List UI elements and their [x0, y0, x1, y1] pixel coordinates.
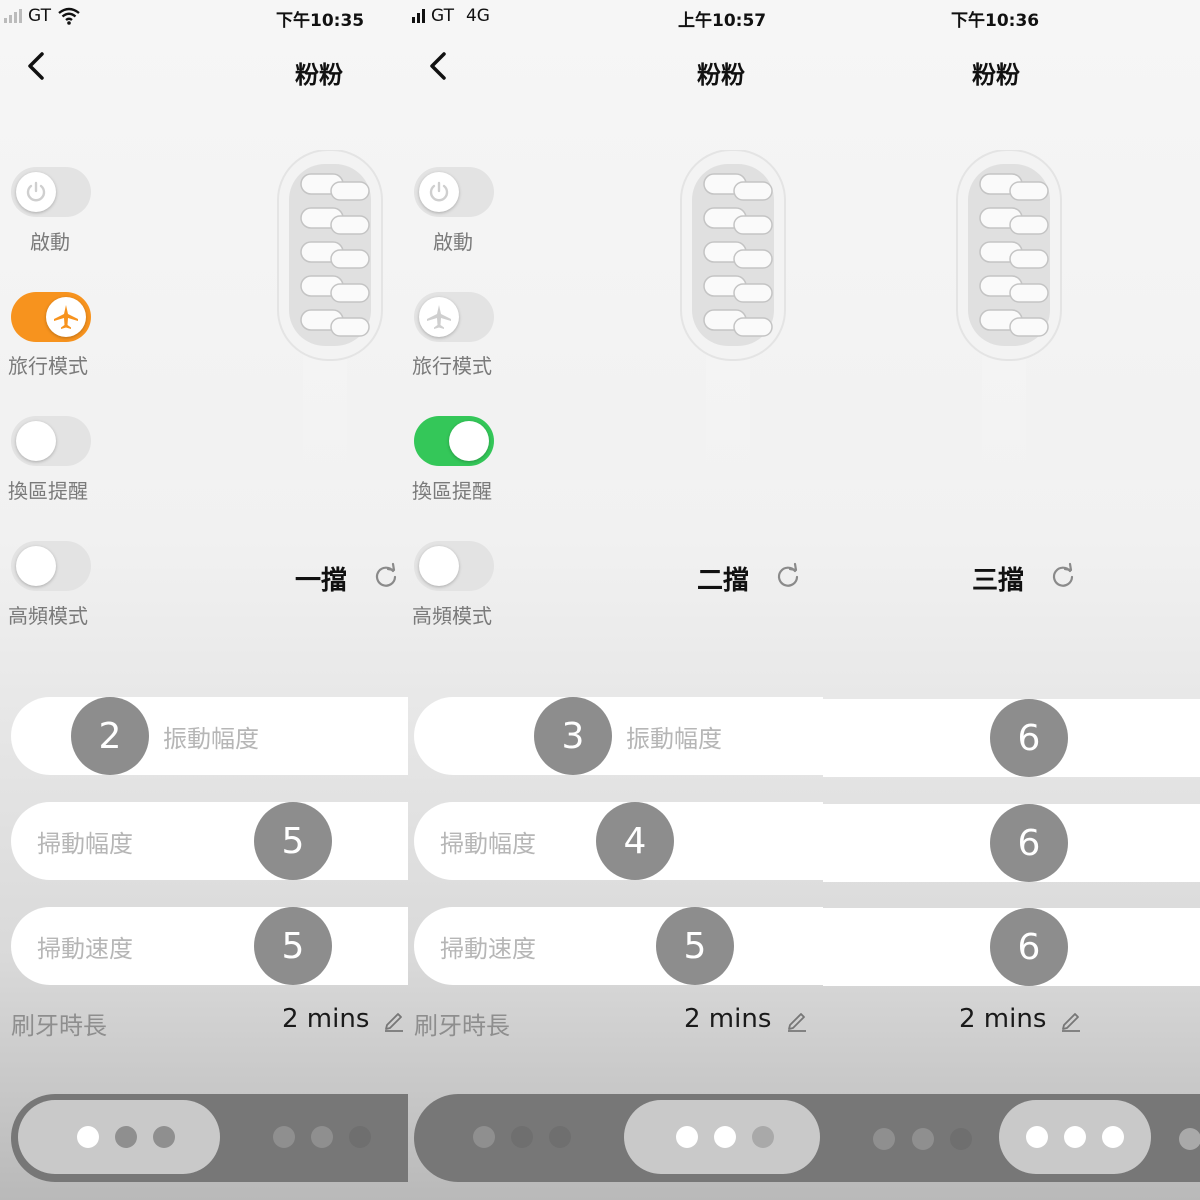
- pencil-icon: [385, 1013, 403, 1032]
- toothbrush-head-image: [277, 150, 383, 510]
- slider-sweep-amplitude[interactable]: 6: [823, 804, 1200, 882]
- power-icon: [26, 181, 46, 202]
- slider-thumb[interactable]: 5: [656, 907, 734, 985]
- airplane-icon: [54, 305, 78, 329]
- slider-vibration-amplitude[interactable]: 6: [823, 699, 1200, 777]
- carrier-name: GT: [28, 6, 51, 26]
- slider-label: 掃動速度: [440, 935, 536, 963]
- signal-icon: [412, 9, 425, 23]
- slider-label: 掃動幅度: [440, 830, 536, 858]
- slider-thumb[interactable]: 4: [596, 802, 674, 880]
- toggle-travel-mode[interactable]: [11, 292, 91, 342]
- slider-thumb[interactable]: 5: [254, 907, 332, 985]
- page-title: 粉粉: [697, 61, 745, 89]
- status-time: 上午10:57: [678, 11, 767, 31]
- mode-selector[interactable]: [414, 1094, 823, 1182]
- mode-title: 一擋: [295, 566, 348, 596]
- toggle-label-high-frequency: 高頻模式: [412, 604, 492, 628]
- screen-2: GT 4G 上午10:57 粉粉 啟動 旅行模式 換區提醒 高頻模式 二擋 3 …: [408, 0, 823, 1200]
- back-chevron-icon: [28, 52, 44, 80]
- pencil-icon: [788, 1013, 806, 1032]
- slider-vibration-amplitude[interactable]: 3 振動幅度: [414, 697, 823, 775]
- toggle-high-frequency[interactable]: [11, 541, 91, 591]
- edit-duration-button[interactable]: [785, 1008, 809, 1032]
- mode-option-2[interactable]: [624, 1100, 820, 1174]
- back-button[interactable]: [18, 46, 58, 86]
- duration-label: 刷牙時長: [11, 1012, 107, 1040]
- slider-sweep-speed[interactable]: 掃動速度 5: [414, 907, 823, 985]
- toggle-power[interactable]: [414, 167, 494, 217]
- toothbrush-head-image: [956, 150, 1062, 510]
- slider-sweep-amplitude[interactable]: 掃動幅度 4: [414, 802, 823, 880]
- toggle-label-travel-mode: 旅行模式: [8, 354, 88, 378]
- slider-label: 掃動速度: [37, 935, 133, 963]
- slider-thumb[interactable]: 6: [990, 908, 1068, 986]
- refresh-button[interactable]: [372, 562, 400, 590]
- screen-3: 下午10:36 粉粉 三擋 6 6 6 2 mins: [823, 0, 1200, 1200]
- toggle-travel-mode[interactable]: [414, 292, 494, 342]
- status-bar: GT 4G 上午10:57: [408, 6, 823, 31]
- mode-option-3[interactable]: [999, 1100, 1151, 1174]
- edit-duration-button[interactable]: [1059, 1008, 1083, 1032]
- refresh-icon: [1052, 562, 1074, 587]
- back-chevron-icon: [430, 52, 446, 80]
- slider-vibration-amplitude[interactable]: 2 振動幅度: [11, 697, 408, 775]
- slider-thumb[interactable]: 3: [534, 697, 612, 775]
- refresh-button[interactable]: [774, 562, 802, 590]
- page-title: 粉粉: [295, 61, 343, 89]
- back-button[interactable]: [420, 46, 460, 86]
- slider-label: 振動幅度: [163, 725, 259, 753]
- status-time: 下午10:36: [951, 11, 1040, 31]
- mode-title: 二擋: [697, 566, 750, 596]
- network-type: 4G: [465, 6, 490, 26]
- mode-selector[interactable]: [11, 1094, 408, 1182]
- page-title: 粉粉: [972, 61, 1020, 89]
- duration-value: 2 mins: [282, 1004, 370, 1034]
- slider-sweep-speed[interactable]: 6: [823, 908, 1200, 986]
- refresh-icon: [777, 562, 799, 587]
- duration-value: 2 mins: [959, 1004, 1047, 1034]
- slider-thumb[interactable]: 6: [990, 699, 1068, 777]
- slider-thumb[interactable]: 2: [71, 697, 149, 775]
- status-bar: GT 下午10:35: [0, 6, 408, 31]
- refresh-button[interactable]: [1049, 562, 1077, 590]
- slider-sweep-speed[interactable]: 掃動速度 5: [11, 907, 408, 985]
- slider-sweep-amplitude[interactable]: 掃動幅度 5: [11, 802, 408, 880]
- toggle-label-zone-reminder: 換區提醒: [412, 479, 492, 503]
- signal-icon: [4, 9, 22, 23]
- slider-label: 掃動幅度: [37, 830, 133, 858]
- carrier-name: GT: [431, 6, 454, 26]
- toggle-power[interactable]: [11, 167, 91, 217]
- slider-thumb[interactable]: 6: [990, 804, 1068, 882]
- mode-title: 三擋: [972, 566, 1025, 596]
- wifi-icon: [58, 7, 80, 25]
- edit-duration-button[interactable]: [382, 1008, 406, 1032]
- slider-label: 振動幅度: [626, 725, 722, 753]
- screen-1: GT 下午10:35 粉粉 啟動 旅行模式 換區提醒 高頻模式 一擋 2 振動幅…: [0, 0, 408, 1200]
- toggle-high-frequency[interactable]: [414, 541, 494, 591]
- slider-thumb[interactable]: 5: [254, 802, 332, 880]
- mode-selector[interactable]: [823, 1094, 1200, 1182]
- mode-option-1[interactable]: [18, 1100, 220, 1174]
- refresh-icon: [375, 562, 397, 587]
- toggle-label-travel-mode: 旅行模式: [412, 354, 492, 378]
- airplane-icon: [427, 305, 451, 329]
- status-time: 下午10:35: [276, 11, 365, 31]
- power-icon: [429, 181, 449, 202]
- toggle-zone-reminder[interactable]: [11, 416, 91, 466]
- toggle-label-high-frequency: 高頻模式: [8, 604, 88, 628]
- pencil-icon: [1062, 1013, 1080, 1032]
- toggle-label-power: 啟動: [30, 230, 70, 254]
- duration-value: 2 mins: [684, 1004, 772, 1034]
- status-bar: 下午10:36: [823, 6, 1200, 31]
- toothbrush-head-image: [680, 150, 786, 510]
- toggle-label-power: 啟動: [433, 230, 473, 254]
- toggle-zone-reminder[interactable]: [414, 416, 494, 466]
- toggle-label-zone-reminder: 換區提醒: [8, 479, 88, 503]
- duration-label: 刷牙時長: [414, 1012, 510, 1040]
